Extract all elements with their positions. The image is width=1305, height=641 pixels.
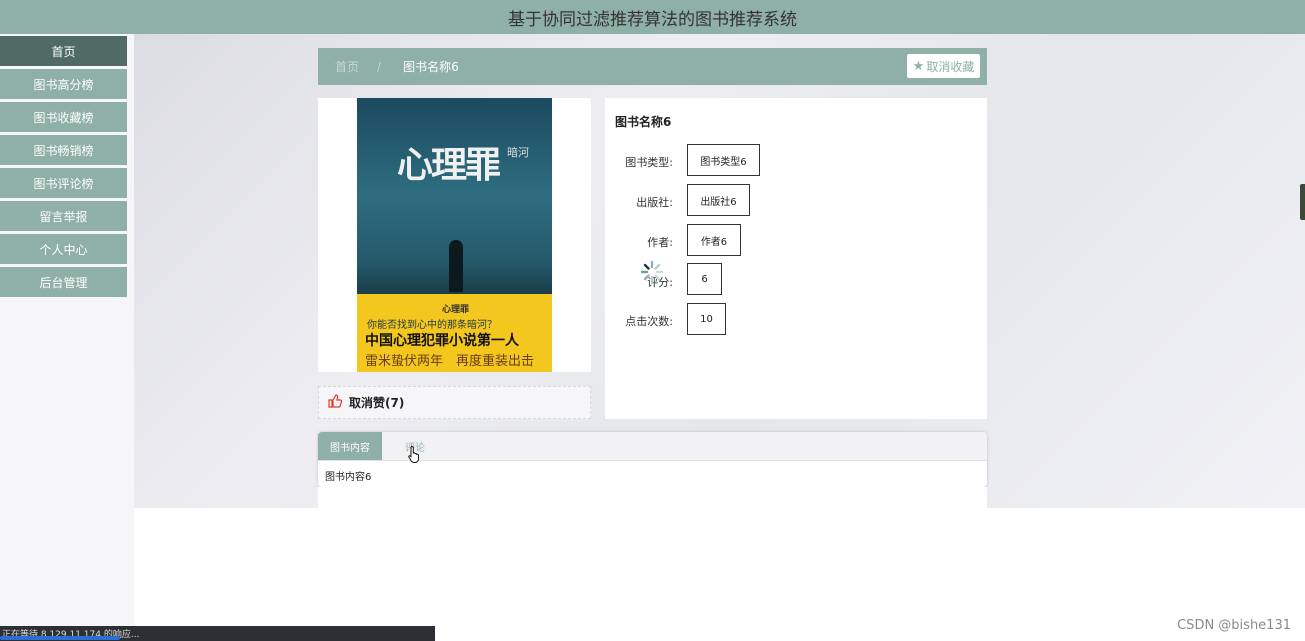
cover-side-text: 暗河 xyxy=(507,146,529,159)
hand-cursor-icon xyxy=(408,445,419,463)
sidebar-item-top-rated[interactable]: 图书高分榜 xyxy=(0,69,127,99)
unfavorite-label: 取消收藏 xyxy=(926,59,975,74)
cover-tagline-small: 你能否找到心中的那条暗河？ xyxy=(367,320,497,331)
right-edge-handle xyxy=(1300,184,1305,220)
content-lower-area xyxy=(134,508,1305,641)
field-label-category: 图书类型: xyxy=(625,156,673,169)
breadcrumb-home[interactable]: 首页 xyxy=(335,58,359,75)
sidebar: 首页 图书高分榜 图书收藏榜 图书畅销榜 图书评论榜 留言举报 个人中心 后台管… xyxy=(0,34,134,641)
breadcrumb: 首页 / 图书名称6 ★ 取消收藏 xyxy=(318,48,987,85)
book-cover-image: 心理罪 暗河 心理罪 你能否找到心中的那条暗河？ 中国心理犯罪小说第一人 雷米蛰… xyxy=(357,98,552,372)
field-value-clicks: 10 xyxy=(687,303,726,335)
cover-tagline-big: 中国心理犯罪小说第一人 xyxy=(365,333,519,349)
sidebar-item-home[interactable]: 首页 xyxy=(0,36,127,66)
tab-book-content[interactable]: 图书内容 xyxy=(318,432,382,460)
field-label-author: 作者: xyxy=(647,236,673,249)
field-value-category: 图书类型6 xyxy=(687,144,760,176)
status-progress-indicator xyxy=(0,636,120,640)
sidebar-item-messages[interactable]: 留言举报 xyxy=(0,201,127,231)
cover-tagline-sub: 雷米蛰伏两年 再度重装出击 xyxy=(365,354,535,369)
loading-spinner-icon xyxy=(640,260,664,284)
breadcrumb-separator: / xyxy=(377,59,382,74)
cover-silhouette xyxy=(449,240,463,292)
cover-title: 心理罪 xyxy=(397,144,501,186)
content-bottom-strip xyxy=(318,487,987,508)
field-label-publisher: 出版社: xyxy=(636,196,673,209)
breadcrumb-current: 图书名称6 xyxy=(403,60,459,74)
book-title: 图书名称6 xyxy=(615,115,672,129)
unlike-button[interactable]: 取消赞(7) xyxy=(318,386,591,419)
field-value-rating: 6 xyxy=(687,263,722,295)
book-cover-panel: 心理罪 暗河 心理罪 你能否找到心中的那条暗河？ 中国心理犯罪小说第一人 雷米蛰… xyxy=(318,98,591,372)
thumbs-up-icon xyxy=(328,393,343,412)
unfavorite-button[interactable]: ★ 取消收藏 xyxy=(907,54,980,78)
sidebar-item-most-favorited[interactable]: 图书收藏榜 xyxy=(0,102,127,132)
tab-content-text: 图书内容6 xyxy=(325,472,372,483)
sidebar-item-best-selling[interactable]: 图书畅销榜 xyxy=(0,135,127,165)
sidebar-item-most-reviewed[interactable]: 图书评论榜 xyxy=(0,168,127,198)
star-icon: ★ xyxy=(912,58,925,74)
unlike-label: 取消赞(7) xyxy=(349,396,405,410)
cover-publisher-mark: 心理罪 xyxy=(442,305,470,315)
site-title: 基于协同过滤推荐算法的图书推荐系统 xyxy=(508,9,797,30)
field-value-publisher: 出版社6 xyxy=(687,184,750,216)
watermark-text: CSDN @bishe131 xyxy=(1177,618,1291,633)
book-details-panel: 图书名称6 图书类型: 图书类型6 出版社: 出版社6 作者: 作者6 评分: … xyxy=(605,98,987,419)
sidebar-item-admin[interactable]: 后台管理 xyxy=(0,267,127,297)
sidebar-item-personal-center[interactable]: 个人中心 xyxy=(0,234,127,264)
field-label-clicks: 点击次数: xyxy=(625,315,673,328)
top-header: 基于协同过滤推荐算法的图书推荐系统 xyxy=(0,0,1305,35)
field-value-author: 作者6 xyxy=(687,224,741,256)
